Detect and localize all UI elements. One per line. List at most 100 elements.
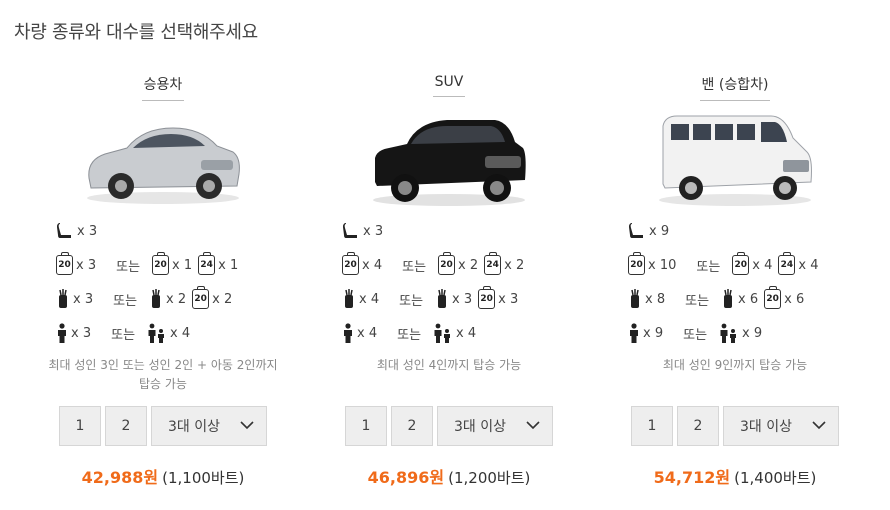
golf-count: x 8: [645, 291, 666, 307]
price-krw: 42,988원: [81, 468, 159, 487]
qty-more-label: 3대 이상: [454, 419, 506, 435]
qty-more-dropdown[interactable]: 3대 이상: [723, 406, 839, 446]
golf-bag-icon: [628, 289, 642, 309]
person-icon: [628, 323, 640, 343]
golf-count: x 3: [452, 291, 473, 307]
luggage-count: x 3: [76, 257, 97, 273]
passenger-count: x 9: [742, 325, 763, 341]
luggage-count: x 2: [458, 257, 479, 273]
chevron-down-icon: [526, 418, 540, 434]
price-baht: (1,100바트): [162, 469, 245, 487]
luggage-20-icon: 20: [764, 286, 782, 309]
seat-icon: [628, 222, 646, 240]
vehicle-title: 승용차: [141, 70, 185, 101]
or-label: 또는: [696, 259, 721, 275]
or-label: 또는: [111, 327, 136, 343]
vehicle-card-sedan: 승용차 x 3 20 x 3 또는 20 x 1 24 x 1 x 3 또는 x…: [20, 70, 306, 488]
price-baht: (1,200바트): [448, 469, 531, 487]
luggage-count: x 1: [172, 257, 193, 273]
price-baht: (1,400바트): [734, 469, 817, 487]
qty-1-button[interactable]: 1: [631, 406, 673, 446]
or-label: 또는: [683, 327, 708, 343]
price-krw: 46,896원: [367, 468, 445, 487]
luggage-20-icon: 20: [438, 252, 456, 275]
seat-count: x 3: [77, 223, 98, 239]
chevron-down-icon: [812, 418, 826, 434]
family-icon: [719, 323, 739, 343]
golf-bag-icon: [435, 289, 449, 309]
vehicle-card-van: 밴 (승합차) x 9 20 x 10 또는 20 x 4 24 x 4 x 8…: [592, 70, 878, 488]
sedan-image: [20, 108, 306, 212]
quantity-selector: 1 2 3대 이상: [592, 406, 878, 446]
person-icon: [342, 323, 354, 343]
vehicle-title: 밴 (승합차): [699, 70, 771, 101]
or-label: 또는: [116, 259, 141, 275]
qty-2-button[interactable]: 2: [677, 406, 719, 446]
luggage-24-icon: 24: [778, 252, 796, 275]
passenger-count: x 3: [71, 325, 92, 341]
seat-count: x 3: [363, 223, 384, 239]
luggage-count: x 4: [362, 257, 383, 273]
passenger-count: x 4: [456, 325, 477, 341]
golf-bag-icon: [342, 289, 356, 309]
luggage-count: x 2: [504, 257, 525, 273]
qty-more-label: 3대 이상: [168, 419, 220, 435]
price: 46,896원 (1,200바트): [306, 464, 592, 488]
or-label: 또는: [399, 293, 424, 309]
luggage-20-icon: 20: [732, 252, 750, 275]
qty-more-dropdown[interactable]: 3대 이상: [151, 406, 267, 446]
luggage-24-icon: 24: [484, 252, 502, 275]
golf-count: x 2: [166, 291, 187, 307]
golf-bag-icon: [721, 289, 735, 309]
luggage-20-icon: 20: [152, 252, 170, 275]
suv-illustration: [373, 120, 526, 206]
or-label: 또는: [685, 293, 710, 309]
family-icon: [433, 323, 453, 343]
or-label: 또는: [113, 293, 138, 309]
golf-count: x 6: [738, 291, 759, 307]
luggage-count: x 3: [498, 291, 519, 307]
golf-bag-icon: [149, 289, 163, 309]
luggage-count: x 6: [784, 291, 805, 307]
passenger-count: x 4: [357, 325, 378, 341]
luggage-count: x 4: [752, 257, 773, 273]
luggage-count: x 4: [798, 257, 819, 273]
vehicle-title: SUV: [432, 70, 466, 97]
passenger-count: x 4: [170, 325, 191, 341]
golf-count: x 3: [73, 291, 94, 307]
person-icon: [56, 323, 68, 343]
qty-2-button[interactable]: 2: [105, 406, 147, 446]
price-krw: 54,712원: [653, 468, 731, 487]
suv-image: [306, 108, 592, 212]
qty-more-dropdown[interactable]: 3대 이상: [437, 406, 553, 446]
price: 42,988원 (1,100바트): [20, 464, 306, 488]
passenger-count: x 9: [643, 325, 664, 341]
family-icon: [147, 323, 167, 343]
vehicle-card-suv: SUV x 3 20 x 4 또는 20 x 2 24 x 2 x 4 또는 x…: [306, 70, 592, 488]
luggage-20-icon: 20: [192, 286, 210, 309]
qty-1-button[interactable]: 1: [59, 406, 101, 446]
qty-more-label: 3대 이상: [740, 419, 792, 435]
golf-count: x 4: [359, 291, 380, 307]
or-label: 또는: [397, 327, 422, 343]
capacity-note: 최대 성인 3인 또는 성인 2인 + 아동 2인까지 탑승 가능: [48, 358, 278, 391]
seat-icon: [56, 222, 74, 240]
seat-count: x 9: [649, 223, 670, 239]
or-label: 또는: [402, 259, 427, 275]
luggage-20-icon: 20: [56, 252, 73, 275]
quantity-selector: 1 2 3대 이상: [306, 406, 592, 446]
luggage-24-icon: 24: [198, 252, 216, 275]
qty-2-button[interactable]: 2: [391, 406, 433, 446]
quantity-selector: 1 2 3대 이상: [20, 406, 306, 446]
van-illustration: [659, 115, 812, 206]
sedan-illustration: [87, 127, 240, 204]
golf-bag-icon: [56, 289, 70, 309]
luggage-count: x 1: [218, 257, 239, 273]
luggage-20-icon: 20: [478, 286, 496, 309]
seat-icon: [342, 222, 360, 240]
qty-1-button[interactable]: 1: [345, 406, 387, 446]
page-title: 차량 종류와 대수를 선택해주세요: [14, 22, 258, 43]
luggage-count: x 10: [648, 257, 677, 273]
capacity-note: 최대 성인 9인까지 탑승 가능: [662, 358, 808, 372]
chevron-down-icon: [240, 418, 254, 434]
